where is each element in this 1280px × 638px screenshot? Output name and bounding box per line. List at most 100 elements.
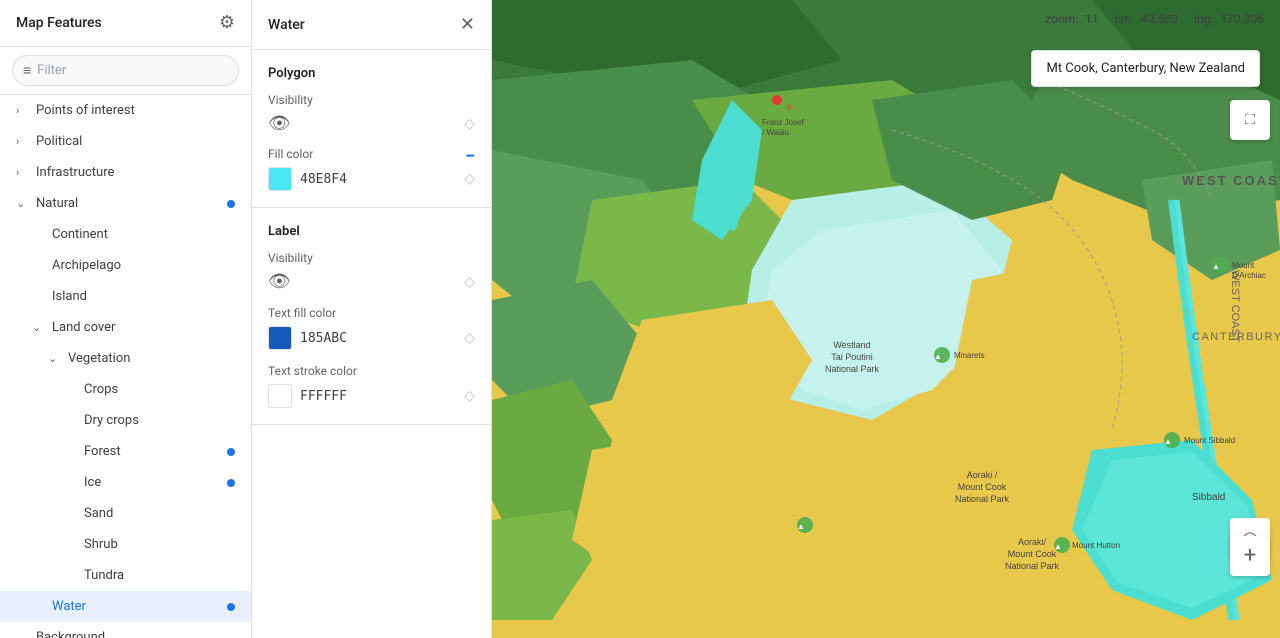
text-fill-color-label: Text fill color (268, 306, 475, 320)
svg-text:Franz Josef: Franz Josef (762, 118, 805, 127)
svg-text:National Park: National Park (1005, 561, 1060, 571)
diamond-icon-label-vis[interactable]: ◇ (464, 274, 475, 290)
svg-text:▲: ▲ (797, 522, 805, 531)
tooltip-text: Mt Cook, Canterbury, New Zealand (1046, 61, 1245, 76)
fill-color-row: 48E8F4 ◇ (268, 167, 475, 191)
lat-value: -43.503 (1138, 12, 1178, 26)
map-coords-bar: zoom: 11 lat: -43.503 lng: 170.306 (1029, 0, 1280, 38)
eye-icon-label[interactable]: 👁 (268, 271, 291, 292)
filter-icon: ≡ (23, 62, 31, 79)
text-fill-color-field[interactable]: 185ABC (268, 326, 347, 350)
diamond-icon-fill[interactable]: ◇ (464, 171, 475, 187)
sidebar-item-tundra[interactable]: Tundra (0, 560, 251, 591)
modified-dot (227, 603, 235, 611)
fullscreen-icon: ⛶ (1245, 112, 1255, 128)
panel-header: Water ✕ (252, 0, 491, 50)
text-stroke-color-field[interactable]: FFFFFF (268, 384, 347, 408)
svg-text:▲: ▲ (1054, 542, 1062, 551)
sidebar-header: Map Features ⚙ (0, 0, 251, 47)
text-stroke-color-value: FFFFFF (300, 389, 347, 404)
map-tooltip: Mt Cook, Canterbury, New Zealand (1031, 50, 1260, 87)
chevron-icon: ⌄ (48, 352, 62, 365)
visibility-row-polygon: 👁 ◇ (268, 113, 475, 134)
label-section: Label Visibility 👁 ◇ Text fill color 185… (252, 208, 491, 425)
panel-title: Water (268, 17, 305, 33)
sidebar-item-dry-crops[interactable]: Dry crops (0, 405, 251, 436)
sidebar-item-background[interactable]: Background (0, 622, 251, 638)
lng-label: lng: 170.306 (1194, 12, 1264, 26)
fullscreen-button[interactable]: ⛶ (1230, 100, 1270, 140)
close-button[interactable]: ✕ (460, 14, 475, 35)
nav-item-label: Ice (84, 475, 101, 490)
svg-text:National Park: National Park (955, 494, 1010, 504)
sidebar-item-ice[interactable]: Ice (0, 467, 251, 498)
fill-color-minus[interactable]: − (465, 146, 475, 167)
sidebar-title: Map Features (16, 15, 102, 31)
svg-text:National Park: National Park (825, 364, 880, 374)
gear-icon[interactable]: ⚙ (219, 14, 235, 32)
nav-tree: ›Points of interest›Political›Infrastruc… (0, 95, 251, 638)
nav-item-label: Crops (84, 382, 118, 397)
nav-item-label: Dry crops (84, 413, 139, 428)
label-section-title: Label (268, 224, 475, 239)
nav-item-label: Land cover (52, 320, 115, 335)
sidebar-item-water[interactable]: Water (0, 591, 251, 622)
sidebar-item-natural[interactable]: ⌄Natural (0, 188, 251, 219)
polygon-section-title: Polygon (268, 66, 475, 81)
nav-item-label: Points of interest (36, 103, 135, 118)
svg-text:WEST COAST: WEST COAST (1182, 173, 1280, 188)
sidebar-item-continent[interactable]: Continent (0, 219, 251, 250)
sidebar-item-infrastructure[interactable]: ›Infrastructure (0, 157, 251, 188)
svg-text:Minarets: Minarets (954, 351, 985, 360)
sidebar-item-archipelago[interactable]: Archipelago (0, 250, 251, 281)
fill-color-label: Fill color (268, 147, 313, 161)
sidebar-item-crops[interactable]: Crops (0, 374, 251, 405)
nav-item-label: Water (52, 599, 86, 614)
svg-text:D'Archiac: D'Archiac (1232, 271, 1266, 280)
sidebar-item-land-cover[interactable]: ⌄ Land cover (0, 312, 251, 343)
diamond-icon-text-stroke[interactable]: ◇ (464, 388, 475, 404)
visibility-row-label: 👁 ◇ (268, 271, 475, 292)
eye-icon-polygon[interactable]: 👁 (268, 113, 291, 134)
lng-value: 170.306 (1220, 12, 1264, 26)
zoom-label: zoom: 11 (1045, 12, 1098, 26)
filter-bar: ≡ Filter (0, 47, 251, 95)
svg-text:Mount Sibbald: Mount Sibbald (1184, 436, 1235, 445)
modified-dot (227, 479, 235, 487)
sidebar-item-forest[interactable]: Forest (0, 436, 251, 467)
filter-input-wrap[interactable]: ≡ Filter (12, 55, 239, 86)
svg-text:▲: ▲ (934, 352, 942, 361)
fill-color-field[interactable]: 48E8F4 (268, 167, 347, 191)
svg-text:▲: ▲ (1212, 262, 1220, 271)
zoom-value: 11 (1085, 12, 1099, 26)
sidebar-item-shrub[interactable]: Shrub (0, 529, 251, 560)
nav-item-label: Island (52, 289, 87, 304)
text-stroke-color-row: FFFFFF ◇ (268, 384, 475, 408)
svg-text:Mount Hutton: Mount Hutton (1072, 541, 1120, 550)
svg-text:Aoraki /: Aoraki / (967, 470, 998, 480)
diamond-icon-polygon[interactable]: ◇ (464, 116, 475, 132)
map-area[interactable]: WEST COAST WEST COAST CANTERBURY CANTERB… (492, 0, 1280, 638)
chevron-icon: › (16, 166, 30, 179)
sidebar-item-political[interactable]: ›Political (0, 126, 251, 157)
chevron-icon: ⌄ (32, 321, 46, 334)
chevron-icon: › (16, 135, 30, 148)
nav-item-label: Shrub (84, 537, 118, 552)
diamond-icon-text-fill[interactable]: ◇ (464, 330, 475, 346)
nav-item-label: Tundra (84, 568, 124, 583)
polygon-section: Polygon Visibility 👁 ◇ Fill color − 48E8… (252, 50, 491, 208)
zoom-in-button[interactable]: + (1230, 536, 1270, 576)
text-fill-color-value: 185ABC (300, 331, 347, 346)
visibility-label-polygon: Visibility (268, 93, 475, 107)
sidebar-item-island[interactable]: Island (0, 281, 251, 312)
sidebar: Map Features ⚙ ≡ Filter ›Points of inter… (0, 0, 252, 638)
sidebar-item-sand[interactable]: Sand (0, 498, 251, 529)
svg-text:Tai Poutini: Tai Poutini (831, 352, 873, 362)
map-svg: WEST COAST WEST COAST CANTERBURY CANTERB… (492, 0, 1280, 638)
sidebar-item-points-of-interest[interactable]: ›Points of interest (0, 95, 251, 126)
nav-item-label: Background (36, 630, 105, 638)
svg-text:Aoraki/: Aoraki/ (1018, 537, 1047, 547)
sidebar-item-vegetation[interactable]: ⌄Vegetation (0, 343, 251, 374)
svg-text:Westland: Westland (833, 340, 870, 350)
svg-text:Mount Cook: Mount Cook (1008, 549, 1057, 559)
